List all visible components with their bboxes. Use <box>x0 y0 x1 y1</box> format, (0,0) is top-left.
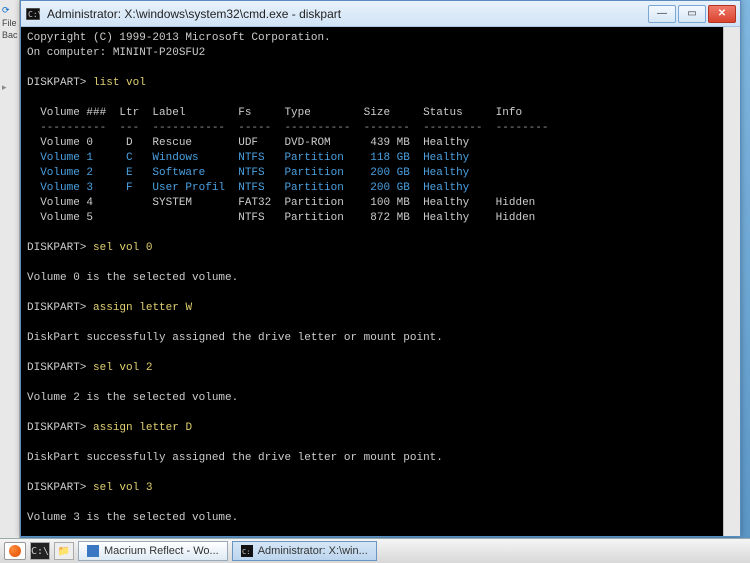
cmd-window: C:\ Administrator: X:\windows\system32\c… <box>20 0 741 537</box>
response-line: DiskPart successfully assigned the drive… <box>27 332 443 344</box>
table-header: Volume ### Ltr Label Fs Type Size Status… <box>27 107 522 119</box>
console-output[interactable]: Copyright (C) 1999-2013 Microsoft Corpor… <box>21 27 740 536</box>
volume-row[interactable]: Volume 1 C Windows NTFS Partition 118 GB… <box>27 152 469 164</box>
cmd-input: sel vol 0 <box>93 242 152 254</box>
volume-row: Volume 0 D Rescue UDF DVD-ROM 439 MB Hea… <box>27 137 469 149</box>
volume-row[interactable]: Volume 2 E Software NTFS Partition 200 G… <box>27 167 469 179</box>
start-orb-icon <box>9 545 21 557</box>
computer-line: On computer: MININT-P20SFU2 <box>27 47 205 59</box>
titlebar[interactable]: C:\ Administrator: X:\windows\system32\c… <box>21 1 740 27</box>
start-button[interactable] <box>4 542 26 560</box>
taskbar-item-macrium[interactable]: Macrium Reflect - Wo... <box>78 541 228 561</box>
svg-text:C:\: C:\ <box>28 10 40 19</box>
maximize-button[interactable]: ▭ <box>678 5 706 23</box>
response-line: Volume 3 is the selected volume. <box>27 512 238 524</box>
response-line: Volume 2 is the selected volume. <box>27 392 238 404</box>
volume-row: Volume 4 SYSTEM FAT32 Partition 100 MB H… <box>27 197 535 209</box>
scrollbar[interactable] <box>723 27 740 536</box>
taskbar-item-cmd[interactable]: C: Administrator: X:\win... <box>232 541 377 561</box>
quick-launch-cmd[interactable]: C:\ <box>30 542 50 560</box>
table-divider: ---------- --- ----------- ----- -------… <box>27 122 549 134</box>
taskbar-item-label: Macrium Reflect - Wo... <box>104 545 219 557</box>
window-title: Administrator: X:\windows\system32\cmd.e… <box>47 7 648 21</box>
taskbar: C:\ 📁 Macrium Reflect - Wo... C: Adminis… <box>0 538 750 563</box>
copyright-line: Copyright (C) 1999-2013 Microsoft Corpor… <box>27 32 331 44</box>
macrium-icon <box>87 545 99 557</box>
cmd-input: assign letter D <box>93 422 192 434</box>
minimize-button[interactable]: — <box>648 5 676 23</box>
quick-launch-explorer[interactable]: 📁 <box>54 542 74 560</box>
volume-row[interactable]: Volume 3 F User Profil NTFS Partition 20… <box>27 182 469 194</box>
taskbar-item-label: Administrator: X:\win... <box>258 545 368 557</box>
left-app-strip: ⟳ File Bac ▸ <box>0 0 20 540</box>
cmd-input: list vol <box>93 77 146 89</box>
volume-row: Volume 5 NTFS Partition 872 MB Healthy H… <box>27 212 535 224</box>
cmd-input: sel vol 3 <box>93 482 152 494</box>
response-line: Volume 0 is the selected volume. <box>27 272 238 284</box>
response-line: DiskPart successfully assigned the drive… <box>27 452 443 464</box>
prompt: DISKPART> <box>27 77 86 89</box>
cmd-icon: C: <box>241 545 253 557</box>
svg-text:C:: C: <box>242 548 250 556</box>
cmd-input: assign letter W <box>93 302 192 314</box>
cmd-input: sel vol 2 <box>93 362 152 374</box>
cmd-icon: C:\ <box>25 6 41 22</box>
close-button[interactable]: ✕ <box>708 5 736 23</box>
